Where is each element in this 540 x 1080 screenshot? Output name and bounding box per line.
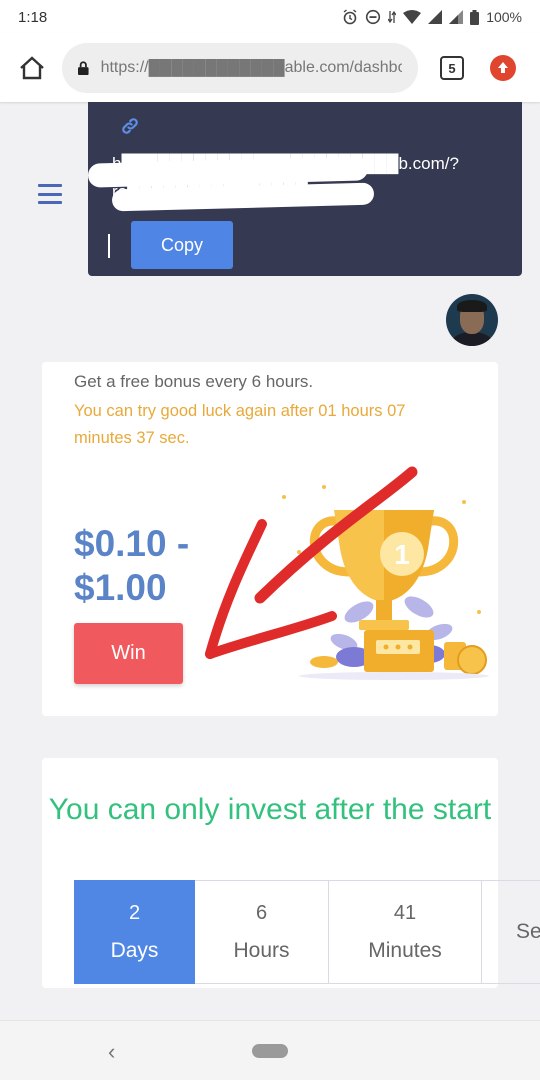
countdown-label: Se — [516, 920, 540, 943]
countdown-timer: 2 Days 6 Hours 41 Minutes Se — [74, 880, 540, 984]
countdown-label: Hours — [233, 939, 290, 962]
signal-icon — [428, 10, 443, 24]
avatar-body — [452, 332, 492, 346]
tab-switcher-button[interactable]: 5 — [440, 56, 464, 80]
invest-message: You can only invest after the start — [48, 793, 492, 826]
countdown-value: 2 — [128, 902, 141, 924]
text-caret — [108, 234, 110, 258]
avatar[interactable] — [446, 294, 498, 346]
countdown-value: 6 — [255, 902, 268, 924]
home-button[interactable] — [14, 50, 50, 86]
system-nav-bar: ‹ — [0, 1020, 540, 1080]
countdown-days: 2 Days — [74, 880, 195, 984]
status-time: 1:18 — [18, 8, 48, 26]
browser-toolbar: https://████████████able.com/dashboard.p… — [0, 34, 540, 102]
bonus-title: Get a free bonus every 6 hours. — [74, 372, 314, 391]
dnd-icon — [366, 9, 381, 25]
status-icons: 100% — [342, 9, 522, 25]
battery-icon — [470, 9, 480, 25]
countdown-label: Days — [110, 939, 159, 962]
url-text: https://████████████able.com/dashboard.p — [100, 59, 402, 76]
trophy-illustration: 1 — [282, 485, 489, 680]
lock-icon — [78, 61, 89, 76]
address-bar[interactable]: https://████████████able.com/dashboard.p — [62, 43, 418, 93]
referral-panel: h███████████████████████b.com/? re██████… — [87, 102, 522, 276]
signal-icon — [449, 10, 464, 24]
menu-line — [38, 201, 62, 204]
data-icon — [388, 10, 397, 24]
menu-line — [38, 184, 62, 187]
countdown-seconds: Se — [482, 880, 540, 984]
bonus-amount: $0.10 - $1.00 — [74, 523, 190, 608]
win-button[interactable]: Win — [74, 623, 183, 684]
invest-card: You can only invest after the start 2 Da… — [42, 758, 540, 988]
battery-percent: 100% — [486, 9, 522, 25]
alarm-icon — [343, 9, 357, 25]
countdown-value: 41 — [393, 902, 417, 924]
extension-button[interactable] — [490, 55, 516, 81]
status-bar: 1:18 100% — [0, 0, 540, 34]
link-icon — [122, 118, 138, 134]
back-chevron-icon[interactable]: ‹ — [108, 1039, 115, 1065]
home-pill-button[interactable] — [252, 1044, 288, 1058]
menu-line — [38, 192, 62, 196]
menu-button[interactable] — [38, 184, 62, 204]
countdown-hours: 6 Hours — [195, 880, 329, 984]
home-icon — [20, 56, 44, 80]
avatar-hair — [457, 300, 487, 312]
bonus-timer-text: You can try good luck again after 01 hou… — [74, 402, 406, 447]
countdown-label: Minutes — [368, 939, 442, 962]
bonus-card: Get a free bonus every 6 hours. You can … — [42, 362, 498, 716]
trophy-rank: 1 — [394, 539, 410, 570]
upload-icon — [498, 62, 508, 73]
countdown-minutes: 41 Minutes — [329, 880, 482, 984]
wifi-icon — [403, 10, 422, 24]
copy-button[interactable]: Copy — [131, 221, 233, 269]
